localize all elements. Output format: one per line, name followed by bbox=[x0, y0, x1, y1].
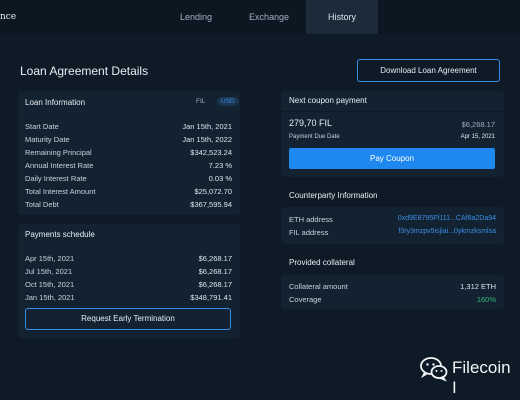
fil-address-link[interactable]: f3ry3mzpv5isjlai...0ykmzksmlsa bbox=[398, 228, 496, 235]
top-nav-bar: nce Lending Exchange History bbox=[0, 0, 520, 34]
counterparty-title: Counterparty Information bbox=[289, 191, 378, 200]
payment-amount: $6,268.17 bbox=[198, 280, 232, 289]
loan-information-card: Loan Information FIL USD Start Date Jan … bbox=[18, 91, 240, 215]
loan-row-value: Jan 15th, 2021 bbox=[182, 122, 232, 131]
coupon-amount-fil: 279,70 FIL bbox=[289, 118, 333, 128]
coupon-amount-usd: $6,268.17 bbox=[461, 120, 495, 129]
next-coupon-title: Next coupon payment bbox=[289, 96, 367, 105]
payment-amount: $6,268.17 bbox=[198, 267, 232, 276]
payment-date: Jan 15th, 2021 bbox=[25, 293, 75, 302]
loan-row-label: Daily Interest Rate bbox=[25, 174, 87, 183]
payment-amount: $6,268.17 bbox=[198, 254, 232, 263]
collateral-title: Provided collateral bbox=[289, 258, 355, 267]
coverage-label: Coverage bbox=[289, 295, 322, 304]
currency-toggle-usd[interactable]: USD bbox=[217, 97, 239, 106]
loan-row-label: Remaining Principal bbox=[25, 148, 92, 157]
collateral-amount-label: Collateral amount bbox=[289, 282, 348, 291]
wechat-icon bbox=[420, 357, 448, 382]
loan-row-value: 0.03 % bbox=[208, 174, 232, 183]
loan-information-title: Loan Information bbox=[25, 98, 86, 107]
next-coupon-card: Next coupon payment 279,70 FIL $6,268.17… bbox=[281, 91, 504, 177]
request-early-termination-button[interactable]: Request Early Termination bbox=[25, 308, 231, 330]
loan-row-value: $342,523.24 bbox=[190, 148, 232, 157]
divider bbox=[281, 111, 504, 112]
coverage-value: 160% bbox=[476, 295, 496, 304]
collateral-card: Collateral amount 1,312 ETH Coverage 160… bbox=[281, 275, 504, 309]
loan-row-label: Total Debt bbox=[25, 200, 59, 209]
payment-date: Oct 15th, 2021 bbox=[25, 280, 75, 289]
brand-logo-text[interactable]: nce bbox=[0, 12, 16, 22]
pay-coupon-button[interactable]: Pay Coupon bbox=[289, 148, 495, 169]
tab-lending[interactable]: Lending bbox=[160, 0, 232, 34]
currency-toggle-fil[interactable]: FIL bbox=[192, 97, 209, 106]
loan-row-value: $25,072.70 bbox=[194, 187, 232, 196]
loan-row-label: Maturity Date bbox=[25, 135, 70, 144]
payment-date: Jul 15th, 2021 bbox=[25, 267, 73, 276]
fil-address-label: FIL address bbox=[289, 228, 329, 237]
eth-address-link[interactable]: 0xd9E8795Ff111...CAf8a2Da94 bbox=[398, 215, 496, 222]
payment-date: Apr 15th, 2021 bbox=[25, 254, 75, 263]
loan-row-label: Start Date bbox=[25, 122, 59, 131]
eth-address-label: ETH address bbox=[289, 215, 333, 224]
loan-row-value: Jan 15th, 2022 bbox=[182, 135, 232, 144]
page-title: Loan Agreement Details bbox=[20, 64, 149, 78]
watermark-text: Filecoin I bbox=[452, 358, 511, 397]
loan-row-value: 7.23 % bbox=[208, 161, 232, 170]
tab-history[interactable]: History bbox=[306, 0, 378, 34]
payments-schedule-title: Payments schedule bbox=[25, 230, 95, 239]
download-agreement-button[interactable]: Download Loan Agreement bbox=[357, 59, 500, 82]
payment-due-date: Apr 15, 2021 bbox=[460, 134, 495, 140]
tab-exchange[interactable]: Exchange bbox=[232, 0, 306, 34]
payment-due-label: Payment Due Date bbox=[289, 134, 340, 140]
loan-row-label: Total Interest Amount bbox=[25, 187, 96, 196]
payment-amount: $348,791.41 bbox=[190, 293, 232, 302]
loan-row-value: $367,595.94 bbox=[190, 200, 232, 209]
payments-schedule-card: Payments schedule Apr 15th, 2021 $6,268.… bbox=[18, 224, 240, 338]
loan-row-label: Annual Interest Rate bbox=[25, 161, 94, 170]
collateral-amount-value: 1,312 ETH bbox=[460, 282, 496, 291]
counterparty-card: ETH address 0xd9E8795Ff111...CAf8a2Da94 … bbox=[281, 207, 504, 244]
